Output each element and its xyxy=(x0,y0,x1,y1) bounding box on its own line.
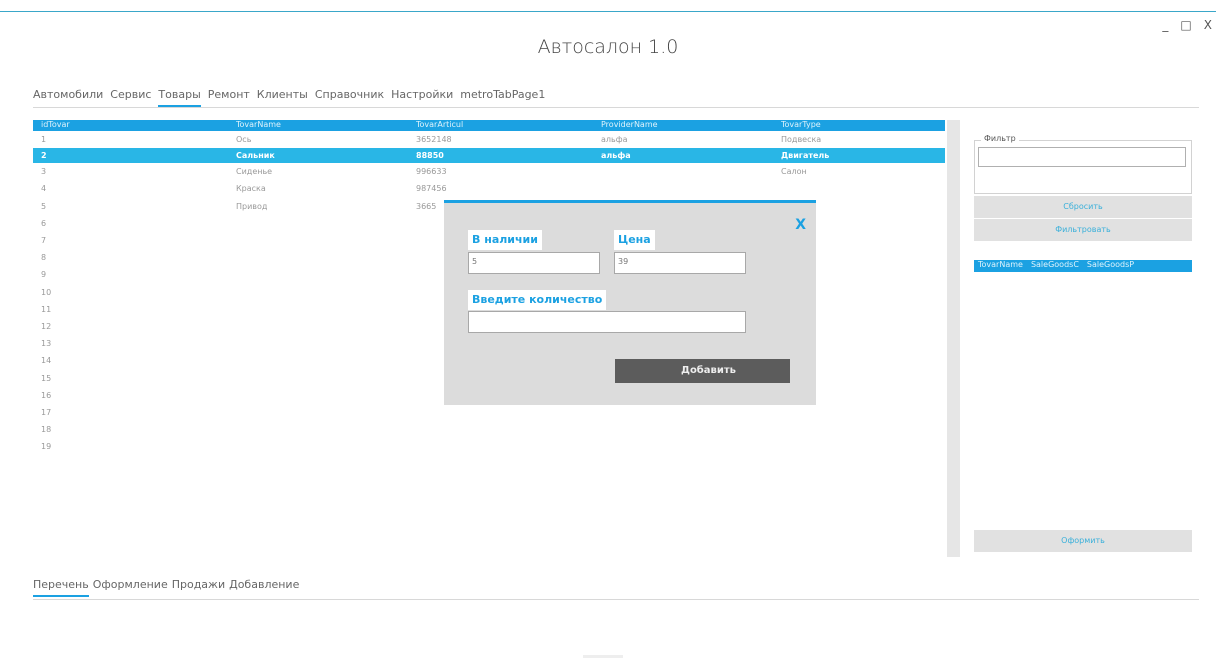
table-cell: 88850 xyxy=(416,151,444,161)
tab-item[interactable]: Справочник xyxy=(315,88,384,107)
reset-button[interactable]: Сбросить xyxy=(974,196,1192,218)
table-cell: 18 xyxy=(41,425,52,435)
table-cell: 17 xyxy=(41,407,52,417)
dialog-close-button[interactable]: X xyxy=(795,217,806,233)
minimize-button[interactable]: _ xyxy=(1162,18,1168,32)
table-cell: альфа xyxy=(601,135,628,145)
table-cell: Сальник xyxy=(236,151,275,161)
tab-item[interactable]: Клиенты xyxy=(257,88,308,107)
table-cell: 996633 xyxy=(416,167,447,177)
table-cell: 3652148 xyxy=(416,135,452,145)
stock-label: В наличии xyxy=(468,230,542,250)
price-label: Цена xyxy=(614,230,655,250)
table-cell: 4 xyxy=(41,184,47,194)
table-cell: Салон xyxy=(781,167,807,177)
column-header[interactable]: TovarName xyxy=(236,120,416,131)
cart-column-header[interactable]: SaleGoodsC xyxy=(1031,260,1079,272)
column-header[interactable]: TovarType xyxy=(781,120,945,131)
sub-tab-item[interactable]: Оформление xyxy=(93,578,168,597)
table-cell: 5 xyxy=(41,201,47,211)
cart-grid-header: TovarName SaleGoodsC SaleGoodsP xyxy=(974,260,1192,272)
tab-item[interactable]: Сервис xyxy=(110,88,151,107)
table-cell: Сиденье xyxy=(236,167,273,177)
table-cell: альфа xyxy=(601,151,631,161)
tab-item[interactable]: Настройки xyxy=(391,88,453,107)
table-row[interactable]: 4 Краска 987456 xyxy=(33,180,945,197)
table-cell: 987456 xyxy=(416,184,447,194)
table-cell: 13 xyxy=(41,339,52,349)
tab-item[interactable]: Товары xyxy=(158,88,202,107)
sub-tab-item[interactable]: Добавление xyxy=(229,578,299,597)
table-cell: Краска xyxy=(236,184,266,194)
sub-tab-item[interactable]: Продажи xyxy=(172,578,225,597)
tab-item[interactable]: metroTabPage1 xyxy=(460,88,545,107)
table-row[interactable]: 18 xyxy=(33,421,945,438)
filter-label: Фильтр xyxy=(981,134,1019,143)
table-cell: 10 xyxy=(41,287,52,297)
table-row[interactable]: 2 Сальник 88850 альфа Двигатель xyxy=(33,148,945,164)
table-cell: 9 xyxy=(41,270,47,280)
table-cell: 1 xyxy=(41,135,47,145)
sub-tabs-divider xyxy=(33,599,1199,600)
table-cell: Двигатель xyxy=(781,151,830,161)
table-cell: 19 xyxy=(41,442,52,452)
cart-column-header[interactable]: TovarName xyxy=(978,260,1023,272)
checkout-button[interactable]: Оформить xyxy=(974,530,1192,552)
tabs-divider xyxy=(33,107,1199,108)
price-field[interactable]: 39 xyxy=(614,252,746,274)
table-cell: 7 xyxy=(41,236,47,246)
table-cell: Привод xyxy=(236,201,268,211)
table-cell: 15 xyxy=(41,373,52,383)
window-controls: _ □ X xyxy=(1162,18,1212,32)
maximize-button[interactable]: □ xyxy=(1180,18,1191,32)
stock-field[interactable]: 5 xyxy=(468,252,600,274)
column-header[interactable]: idTovar xyxy=(33,120,236,131)
quantity-label: Введите количество xyxy=(468,290,607,310)
table-cell: 6 xyxy=(41,218,47,228)
column-header[interactable]: TovarArticul xyxy=(416,120,601,131)
grid-header: idTovar TovarName TovarArticul ProviderName… xyxy=(33,120,945,131)
table-cell: 11 xyxy=(41,304,52,314)
table-row[interactable]: 17 xyxy=(33,404,945,421)
table-cell: 8 xyxy=(41,253,47,263)
table-cell: Подвеска xyxy=(781,135,822,145)
table-cell: 16 xyxy=(41,390,52,400)
tab-item[interactable]: Автомобили xyxy=(33,88,103,107)
quantity-input[interactable] xyxy=(468,311,746,333)
app-title: Автосалон 1.0 xyxy=(537,36,679,58)
table-cell: 3 xyxy=(41,167,47,177)
table-cell: 2 xyxy=(41,151,47,161)
filter-input[interactable] xyxy=(978,147,1186,167)
table-row[interactable]: 19 xyxy=(33,438,945,455)
column-header[interactable]: ProviderName xyxy=(601,120,781,131)
window-top-border xyxy=(0,11,1216,12)
table-cell: Ось xyxy=(236,135,252,145)
add-quantity-dialog: X В наличии 5 Цена 39 Введите количество… xyxy=(444,200,816,405)
filter-group: Фильтр xyxy=(974,134,1192,194)
table-cell: 14 xyxy=(41,356,52,366)
sub-tabs: Перечень Оформление Продажи Добавление xyxy=(33,578,299,597)
table-cell: 12 xyxy=(41,321,52,331)
cart-column-header[interactable]: SaleGoodsP xyxy=(1087,260,1134,272)
sub-tab-item[interactable]: Перечень xyxy=(33,578,89,597)
table-row[interactable]: 3 Сиденье 996633 Салон xyxy=(33,163,945,180)
add-button[interactable]: Добавить xyxy=(615,359,790,383)
tab-item[interactable]: Ремонт xyxy=(208,88,250,107)
table-row[interactable]: 1 Ось 3652148 альфа Подвеска xyxy=(33,131,945,148)
filter-button[interactable]: Фильтровать xyxy=(974,219,1192,241)
grid-scrollbar[interactable] xyxy=(947,120,960,557)
main-tabs: Автомобили Сервис Товары Ремонт Клиенты Справ… xyxy=(33,88,545,107)
footer-resize-grip xyxy=(583,655,623,658)
close-button[interactable]: X xyxy=(1204,18,1212,32)
